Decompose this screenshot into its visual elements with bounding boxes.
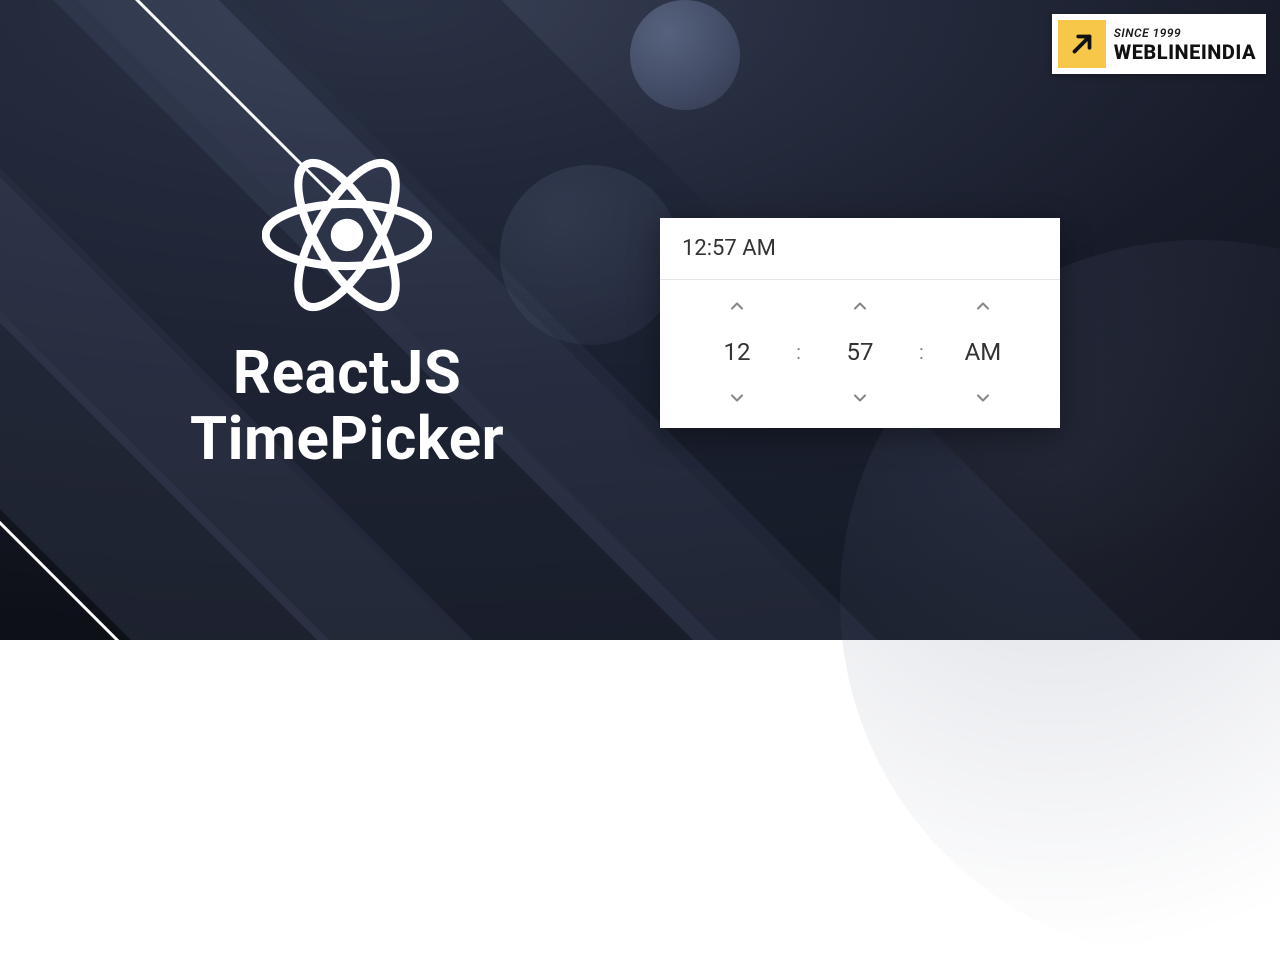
react-logo-icon	[262, 150, 432, 320]
chevron-down-icon	[727, 388, 747, 408]
chevron-up-icon	[727, 296, 747, 316]
period-decrement-button[interactable]	[963, 378, 1003, 418]
brand-name-label: WEBLINEINDIA	[1114, 42, 1256, 62]
chevron-up-icon	[850, 296, 870, 316]
title-line-2: TimePicker	[190, 406, 504, 472]
brand-since-label: SINCE 1999	[1114, 27, 1256, 39]
time-separator: :	[913, 340, 930, 364]
hero-section: ReactJS TimePicker	[190, 150, 504, 472]
chevron-down-icon	[850, 388, 870, 408]
hour-decrement-button[interactable]	[717, 378, 757, 418]
period-increment-button[interactable]	[963, 286, 1003, 326]
minute-increment-button[interactable]	[840, 286, 880, 326]
timepicker-widget: 12:57 AM 12 : 57 : AM	[660, 218, 1060, 428]
decorative-circle	[630, 0, 740, 110]
timepicker-display: 12:57 AM	[660, 218, 1060, 280]
time-separator: :	[790, 340, 807, 364]
arrow-up-right-icon	[1058, 20, 1106, 68]
minute-decrement-button[interactable]	[840, 378, 880, 418]
timepicker-controls: 12 : 57 : AM	[660, 280, 1060, 428]
hour-increment-button[interactable]	[717, 286, 757, 326]
title-line-1: ReactJS	[233, 340, 461, 406]
brand-badge: SINCE 1999 WEBLINEINDIA	[1052, 14, 1266, 74]
hour-value[interactable]: 12	[724, 326, 751, 378]
chevron-up-icon	[973, 296, 993, 316]
period-value[interactable]: AM	[965, 326, 1002, 378]
chevron-down-icon	[973, 388, 993, 408]
decorative-circle	[500, 165, 680, 345]
minute-value[interactable]: 57	[847, 326, 874, 378]
